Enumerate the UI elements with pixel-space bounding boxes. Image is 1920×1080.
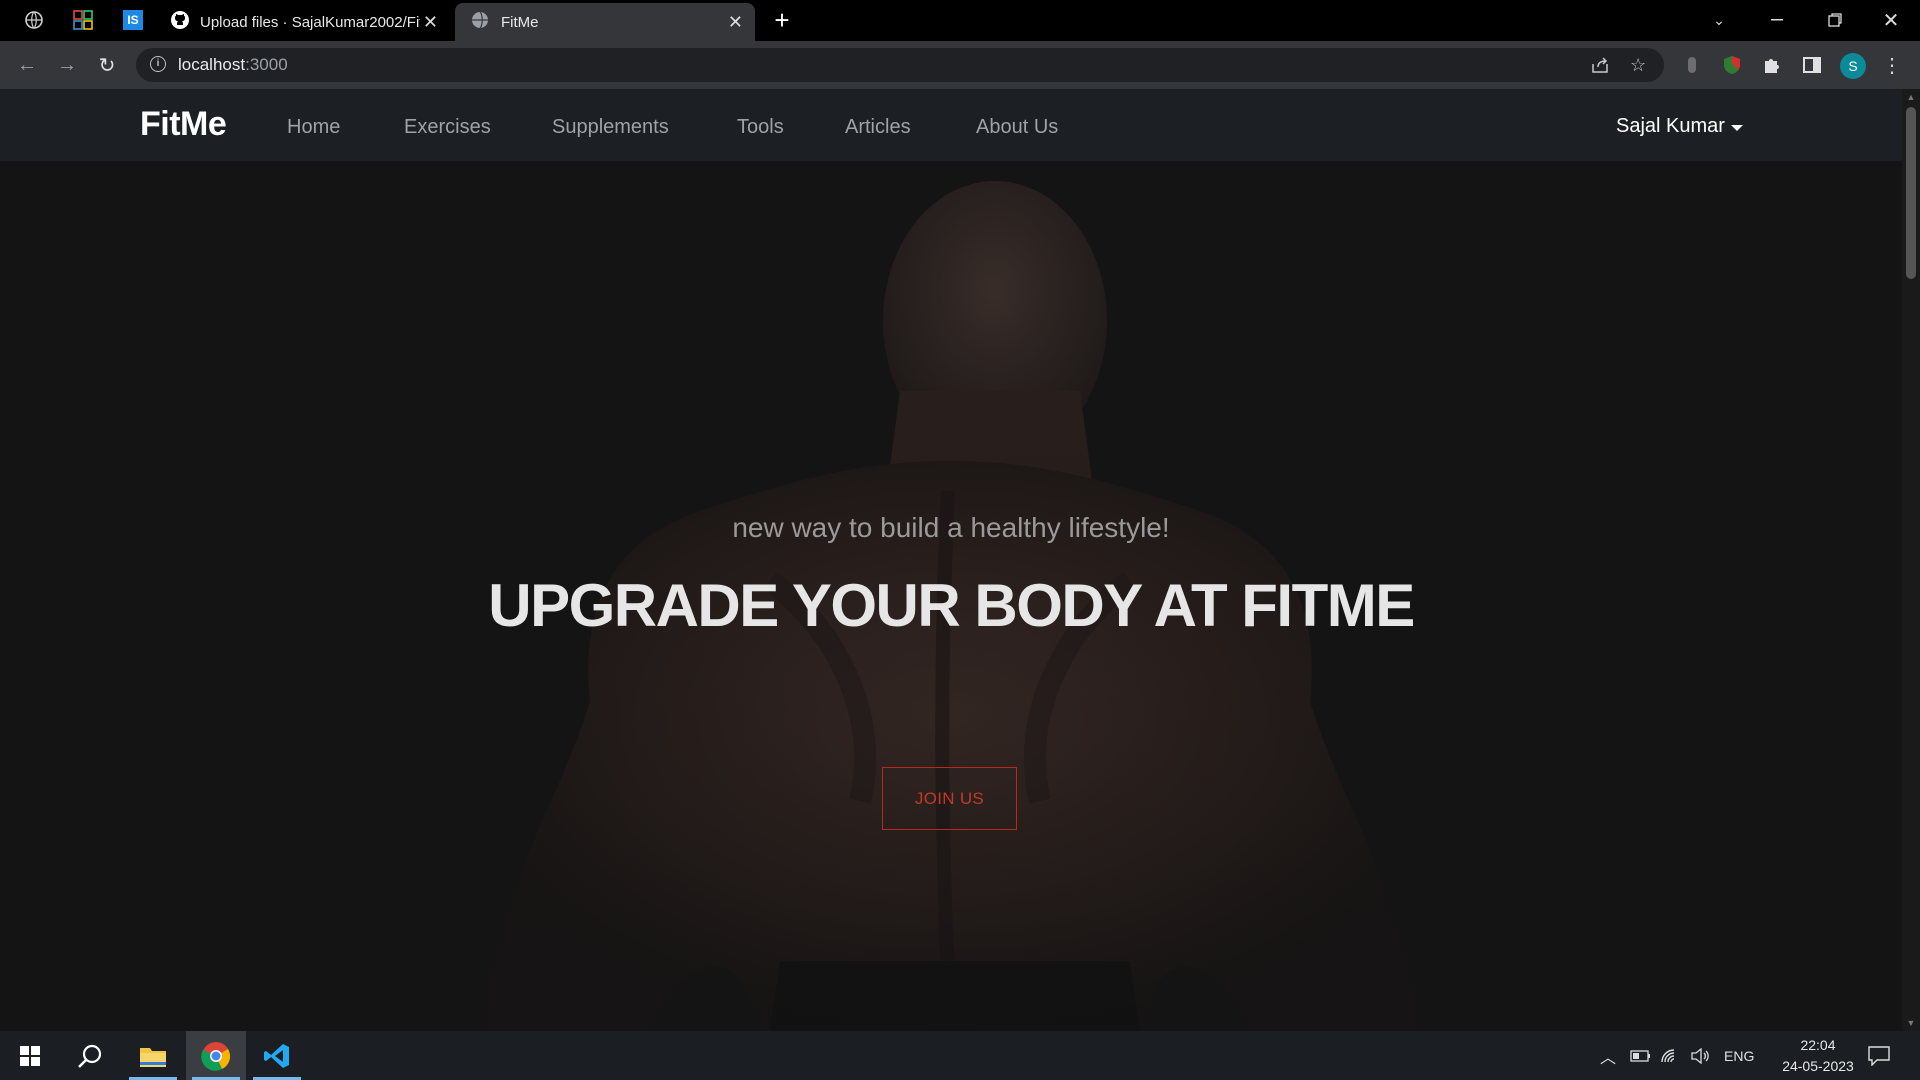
extensions-puzzle-icon[interactable] <box>1760 53 1784 77</box>
hero-title: UPGRADE YOUR BODY AT FITME <box>488 572 1415 639</box>
globe-icon <box>471 11 489 33</box>
shield-extension-icon[interactable] <box>1720 53 1744 77</box>
close-window-icon[interactable]: ✕ <box>1862 0 1920 40</box>
tab-search-icon[interactable]: ⌄ <box>1690 0 1748 40</box>
windows-taskbar: ︿ ENG 22:04 24-05-2023 <box>0 1031 1920 1080</box>
nav-exercises[interactable]: Exercises <box>404 116 491 139</box>
site-info-icon[interactable]: i <box>150 56 166 72</box>
nav-articles[interactable]: Articles <box>845 116 911 139</box>
tab-github-upload[interactable]: Upload files · SajalKumar2002/Fit ✕ <box>160 3 450 41</box>
close-tab-icon[interactable]: ✕ <box>728 12 743 33</box>
brand-logo[interactable]: FitMe <box>140 105 227 144</box>
search-icon[interactable] <box>60 1031 120 1080</box>
forward-icon[interactable]: → <box>54 52 80 78</box>
browser-tab-strip: IS Upload files · SajalKumar2002/Fit ✕ F… <box>0 0 1920 41</box>
minimize-icon[interactable] <box>1748 0 1806 40</box>
scroll-thumb[interactable] <box>1906 107 1916 279</box>
address-url[interactable]: localhost:3000 <box>178 55 288 75</box>
nav-home[interactable]: Home <box>287 116 340 139</box>
clock-date: 24-05-2023 <box>1782 1058 1854 1074</box>
side-panel-icon[interactable] <box>1800 53 1824 77</box>
nav-about-us[interactable]: About Us <box>976 116 1058 139</box>
tab-title: FitMe <box>501 13 539 31</box>
join-us-button[interactable]: JOIN US <box>882 767 1017 830</box>
scroll-down-icon[interactable]: ▼ <box>1906 1018 1916 1028</box>
more-menu-icon[interactable]: ⋮ <box>1880 53 1904 77</box>
page-viewport: FitMe Home Exercises Supplements Tools A… <box>0 89 1902 1031</box>
user-dropdown[interactable]: Sajal Kumar <box>1616 115 1743 138</box>
share-icon[interactable] <box>1590 55 1610 80</box>
show-hidden-icons-icon[interactable]: ︿ <box>1600 1031 1616 1080</box>
bookmark-star-icon[interactable]: ☆ <box>1630 55 1646 76</box>
apps-grid-icon[interactable] <box>71 8 95 32</box>
wifi-icon[interactable] <box>1660 1031 1680 1080</box>
hero-section: new way to build a healthy lifestyle! UP… <box>0 161 1902 1031</box>
volume-icon[interactable] <box>1690 1031 1710 1080</box>
site-navbar: FitMe Home Exercises Supplements Tools A… <box>0 89 1902 161</box>
tab-title: Upload files · SajalKumar2002/Fit <box>200 13 420 31</box>
clock-time: 22:04 <box>1800 1037 1836 1053</box>
globe-icon[interactable] <box>22 8 46 32</box>
file-explorer-icon[interactable] <box>123 1031 183 1080</box>
address-bar[interactable]: i localhost:3000 ☆ <box>136 48 1664 82</box>
extension-gray-icon[interactable] <box>1680 53 1704 77</box>
back-icon[interactable]: ← <box>14 52 40 78</box>
is-extension-icon[interactable]: IS <box>121 8 145 32</box>
nav-supplements[interactable]: Supplements <box>552 116 669 139</box>
nav-tools[interactable]: Tools <box>737 116 784 139</box>
windows-start-icon[interactable] <box>0 1031 60 1080</box>
tab-fitme[interactable]: FitMe ✕ <box>455 3 755 41</box>
language-indicator[interactable]: ENG <box>1724 1031 1754 1080</box>
hero-subtitle: new way to build a healthy lifestyle! <box>732 512 1170 543</box>
system-clock[interactable]: 22:04 24-05-2023 <box>1768 1035 1868 1077</box>
browser-toolbar: ← → ↻ i localhost:3000 ☆ S ⋮ <box>0 41 1920 89</box>
vscode-icon[interactable] <box>247 1031 307 1080</box>
page-scrollbar[interactable]: ▲ ▼ <box>1902 89 1920 1031</box>
caret-down-icon <box>1730 124 1743 131</box>
close-tab-icon[interactable]: ✕ <box>423 12 438 33</box>
new-tab-icon[interactable]: + <box>770 5 794 35</box>
profile-avatar[interactable]: S <box>1840 53 1866 79</box>
notifications-icon[interactable] <box>1868 1031 1890 1080</box>
scroll-up-icon[interactable]: ▲ <box>1906 92 1916 102</box>
battery-icon[interactable] <box>1630 1031 1652 1080</box>
github-icon <box>170 10 190 34</box>
restore-icon[interactable] <box>1806 0 1864 40</box>
reload-icon[interactable]: ↻ <box>94 52 120 78</box>
chrome-icon[interactable] <box>186 1031 246 1080</box>
user-name: Sajal Kumar <box>1616 115 1725 137</box>
